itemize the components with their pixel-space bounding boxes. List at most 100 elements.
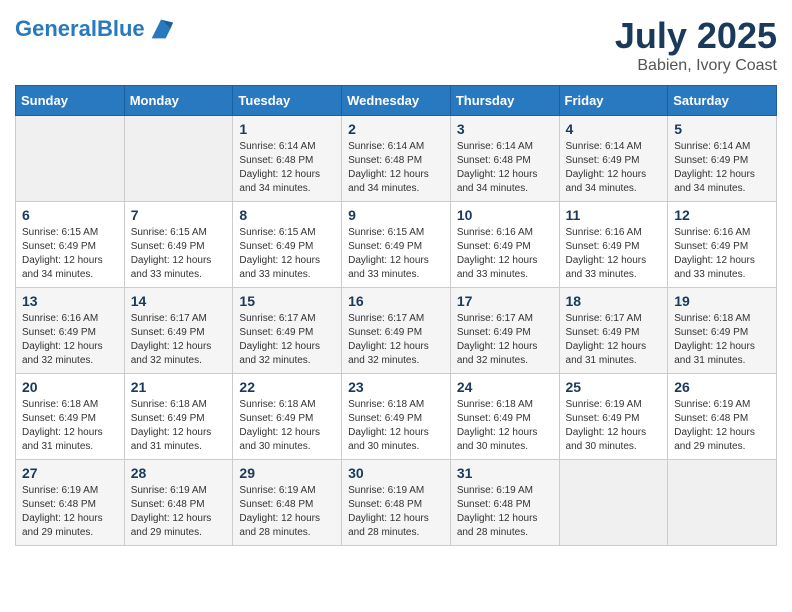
calendar-header-row: SundayMondayTuesdayWednesdayThursdayFrid… [16, 86, 777, 116]
calendar-cell [559, 460, 668, 546]
cell-info: Sunrise: 6:15 AM Sunset: 6:49 PM Dayligh… [131, 226, 227, 282]
cell-info: Sunrise: 6:15 AM Sunset: 6:49 PM Dayligh… [348, 226, 444, 282]
weekday-header-tuesday: Tuesday [233, 86, 342, 116]
cell-info: Sunrise: 6:17 AM Sunset: 6:49 PM Dayligh… [457, 312, 553, 368]
title-area: July 2025 Babien, Ivory Coast [615, 15, 777, 75]
weekday-header-sunday: Sunday [16, 86, 125, 116]
day-number: 30 [348, 465, 444, 481]
cell-info: Sunrise: 6:17 AM Sunset: 6:49 PM Dayligh… [566, 312, 662, 368]
calendar-cell: 13 Sunrise: 6:16 AM Sunset: 6:49 PM Dayli… [16, 288, 125, 374]
cell-info: Sunrise: 6:19 AM Sunset: 6:48 PM Dayligh… [348, 484, 444, 540]
cell-info: Sunrise: 6:17 AM Sunset: 6:49 PM Dayligh… [131, 312, 227, 368]
weekday-header-monday: Monday [124, 86, 233, 116]
cell-info: Sunrise: 6:14 AM Sunset: 6:48 PM Dayligh… [239, 140, 335, 196]
calendar-cell: 1 Sunrise: 6:14 AM Sunset: 6:48 PM Daylig… [233, 116, 342, 202]
day-number: 20 [22, 379, 118, 395]
calendar-cell: 30 Sunrise: 6:19 AM Sunset: 6:48 PM Dayli… [342, 460, 451, 546]
logo-line1: General [15, 16, 97, 41]
day-number: 17 [457, 293, 553, 309]
weekday-header-thursday: Thursday [450, 86, 559, 116]
week-row-1: 6 Sunrise: 6:15 AM Sunset: 6:49 PM Daylig… [16, 202, 777, 288]
calendar-cell: 7 Sunrise: 6:15 AM Sunset: 6:49 PM Daylig… [124, 202, 233, 288]
calendar-cell: 29 Sunrise: 6:19 AM Sunset: 6:48 PM Dayli… [233, 460, 342, 546]
logo-icon [147, 15, 175, 43]
day-number: 28 [131, 465, 227, 481]
day-number: 23 [348, 379, 444, 395]
cell-info: Sunrise: 6:16 AM Sunset: 6:49 PM Dayligh… [22, 312, 118, 368]
calendar-cell: 21 Sunrise: 6:18 AM Sunset: 6:49 PM Dayli… [124, 374, 233, 460]
calendar-cell: 6 Sunrise: 6:15 AM Sunset: 6:49 PM Daylig… [16, 202, 125, 288]
calendar-cell: 14 Sunrise: 6:17 AM Sunset: 6:49 PM Dayli… [124, 288, 233, 374]
cell-info: Sunrise: 6:19 AM Sunset: 6:48 PM Dayligh… [131, 484, 227, 540]
calendar-cell: 16Sunrise: 6:17 AM Sunset: 6:49 PM Dayli… [342, 288, 451, 374]
calendar-cell: 18 Sunrise: 6:17 AM Sunset: 6:49 PM Dayli… [559, 288, 668, 374]
week-row-3: 20 Sunrise: 6:18 AM Sunset: 6:49 PM Dayli… [16, 374, 777, 460]
calendar-cell: 9 Sunrise: 6:15 AM Sunset: 6:49 PM Daylig… [342, 202, 451, 288]
cell-info: Sunrise: 6:16 AM Sunset: 6:49 PM Dayligh… [457, 226, 553, 282]
calendar-cell: 23Sunrise: 6:18 AM Sunset: 6:49 PM Dayli… [342, 374, 451, 460]
day-number: 29 [239, 465, 335, 481]
week-row-2: 13 Sunrise: 6:16 AM Sunset: 6:49 PM Dayli… [16, 288, 777, 374]
cell-info: Sunrise: 6:18 AM Sunset: 6:49 PM Dayligh… [674, 312, 770, 368]
cell-info: Sunrise: 6:14 AM Sunset: 6:48 PM Dayligh… [457, 140, 553, 196]
calendar-cell [668, 460, 777, 546]
cell-info: Sunrise: 6:15 AM Sunset: 6:49 PM Dayligh… [239, 226, 335, 282]
cell-info: Sunrise: 6:17 AM Sunset: 6:49 PM Dayligh… [348, 312, 444, 368]
calendar-cell: 31Sunrise: 6:19 AM Sunset: 6:48 PM Dayli… [450, 460, 559, 546]
day-number: 25 [566, 379, 662, 395]
day-number: 21 [131, 379, 227, 395]
calendar-cell [16, 116, 125, 202]
calendar-cell: 5 Sunrise: 6:14 AM Sunset: 6:49 PM Daylig… [668, 116, 777, 202]
day-number: 13 [22, 293, 118, 309]
day-number: 3 [457, 121, 553, 137]
day-number: 27 [22, 465, 118, 481]
calendar-cell [124, 116, 233, 202]
cell-info: Sunrise: 6:14 AM Sunset: 6:49 PM Dayligh… [674, 140, 770, 196]
day-number: 5 [674, 121, 770, 137]
day-number: 24 [457, 379, 553, 395]
cell-info: Sunrise: 6:19 AM Sunset: 6:49 PM Dayligh… [566, 398, 662, 454]
month-title: July 2025 [615, 15, 777, 57]
day-number: 1 [239, 121, 335, 137]
calendar-cell: 26Sunrise: 6:19 AM Sunset: 6:48 PM Dayli… [668, 374, 777, 460]
cell-info: Sunrise: 6:18 AM Sunset: 6:49 PM Dayligh… [457, 398, 553, 454]
calendar-cell: 12Sunrise: 6:16 AM Sunset: 6:49 PM Dayli… [668, 202, 777, 288]
day-number: 9 [348, 207, 444, 223]
day-number: 18 [566, 293, 662, 309]
day-number: 14 [131, 293, 227, 309]
page-header: GeneralBlue July 2025 Babien, Ivory Coas… [15, 15, 777, 75]
weekday-header-friday: Friday [559, 86, 668, 116]
calendar-cell: 27Sunrise: 6:19 AM Sunset: 6:48 PM Dayli… [16, 460, 125, 546]
cell-info: Sunrise: 6:19 AM Sunset: 6:48 PM Dayligh… [239, 484, 335, 540]
day-number: 31 [457, 465, 553, 481]
calendar-cell: 17 Sunrise: 6:17 AM Sunset: 6:49 PM Dayli… [450, 288, 559, 374]
day-number: 2 [348, 121, 444, 137]
week-row-4: 27 Sunrise: 6:19 AM Sunset: 6:48 PM Dayli… [16, 460, 777, 546]
calendar-cell: 28 Sunrise: 6:19 AM Sunset: 6:48 PM Dayli… [124, 460, 233, 546]
day-number: 15 [239, 293, 335, 309]
calendar-cell: 3 Sunrise: 6:14 AM Sunset: 6:48 PM Daylig… [450, 116, 559, 202]
calendar-cell: 19 Sunrise: 6:18 AM Sunset: 6:49 PM Dayli… [668, 288, 777, 374]
logo-line2: Blue [97, 16, 145, 41]
cell-info: Sunrise: 6:15 AM Sunset: 6:49 PM Dayligh… [22, 226, 118, 282]
day-number: 10 [457, 207, 553, 223]
cell-info: Sunrise: 6:18 AM Sunset: 6:49 PM Dayligh… [131, 398, 227, 454]
calendar-cell: 8Sunrise: 6:15 AM Sunset: 6:49 PM Daylig… [233, 202, 342, 288]
day-number: 6 [22, 207, 118, 223]
cell-info: Sunrise: 6:16 AM Sunset: 6:49 PM Dayligh… [674, 226, 770, 282]
day-number: 11 [566, 207, 662, 223]
weekday-header-wednesday: Wednesday [342, 86, 451, 116]
calendar-cell: 20Sunrise: 6:18 AM Sunset: 6:49 PM Dayli… [16, 374, 125, 460]
cell-info: Sunrise: 6:18 AM Sunset: 6:49 PM Dayligh… [239, 398, 335, 454]
cell-info: Sunrise: 6:17 AM Sunset: 6:49 PM Dayligh… [239, 312, 335, 368]
calendar-table: SundayMondayTuesdayWednesdayThursdayFrid… [15, 85, 777, 546]
location: Babien, Ivory Coast [615, 57, 777, 75]
logo-text: GeneralBlue [15, 17, 145, 41]
day-number: 22 [239, 379, 335, 395]
cell-info: Sunrise: 6:14 AM Sunset: 6:48 PM Dayligh… [348, 140, 444, 196]
calendar-cell: 2 Sunrise: 6:14 AM Sunset: 6:48 PM Daylig… [342, 116, 451, 202]
day-number: 7 [131, 207, 227, 223]
week-row-0: 1 Sunrise: 6:14 AM Sunset: 6:48 PM Daylig… [16, 116, 777, 202]
day-number: 19 [674, 293, 770, 309]
cell-info: Sunrise: 6:14 AM Sunset: 6:49 PM Dayligh… [566, 140, 662, 196]
